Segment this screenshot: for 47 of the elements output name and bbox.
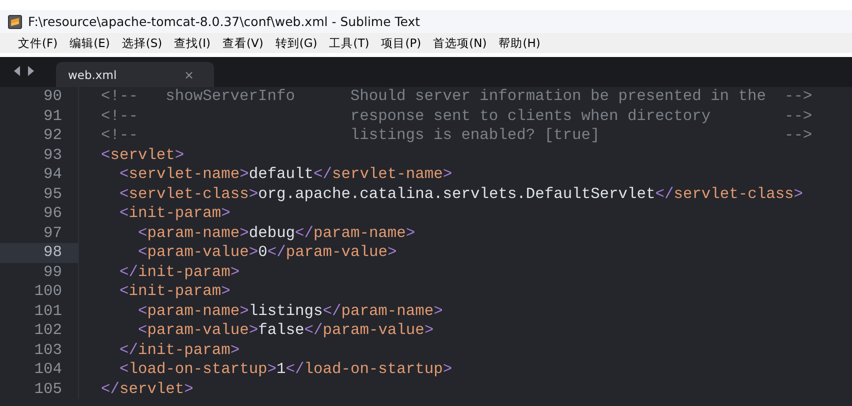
line-number: 102 [33, 321, 63, 340]
line-number: 91 [42, 106, 63, 126]
app-icon [8, 14, 22, 28]
line-number: 95 [42, 184, 63, 204]
code-line: <param-value>false</param-value> [138, 321, 434, 340]
code-line: <load-on-startup>1</load-on-startup> [120, 360, 452, 380]
code-line: <!-- listings is enabled? [true] --> [101, 126, 812, 146]
code-line: <servlet> [101, 146, 184, 165]
line-number: 93 [42, 146, 63, 165]
code-line: <!-- response sent to clients when directory --> [101, 106, 812, 126]
code-line: </init-param> [120, 340, 240, 360]
line-number: 99 [42, 262, 63, 282]
menu-item[interactable]: 编辑(E) [70, 36, 110, 50]
line-number: 96 [42, 204, 63, 224]
file-tab[interactable]: web.xml × [56, 62, 214, 88]
close-icon[interactable]: × [184, 68, 194, 82]
menu-item[interactable]: 转到(G) [275, 36, 318, 50]
line-number: 90 [42, 87, 63, 106]
line-number: 103 [33, 340, 63, 360]
menu-item[interactable]: 工具(T) [329, 36, 370, 50]
line-number: 98 [0, 243, 78, 262]
line-number: 104 [33, 360, 63, 380]
code-line: <init-param> [120, 282, 230, 302]
code-line: </init-param> [120, 262, 240, 282]
code-line: <param-value>0</param-value> [138, 243, 397, 262]
menu-item[interactable]: 项目(P) [381, 36, 422, 50]
menu-item[interactable]: 文件(F) [18, 36, 58, 50]
code-line: <servlet-class>org.apache.catalina.servlets.DefaultServlet</servlet-class> [120, 184, 804, 204]
line-number: 94 [42, 165, 63, 184]
line-number: 100 [33, 282, 63, 302]
code-line: <init-param> [120, 204, 230, 224]
code-line: <param-name>debug</param-name> [138, 224, 416, 243]
code-line: <!-- showServerInfo Should server information be presented in the --> [101, 87, 812, 106]
line-number: 101 [33, 302, 63, 321]
menu-item[interactable]: 查看(V) [222, 36, 264, 50]
code-line: <servlet-name>default</servlet-name> [120, 165, 452, 184]
tab-nav-arrows-icon[interactable] [14, 66, 34, 76]
menu-item[interactable]: 首选项(N) [433, 36, 487, 50]
code-line: </servlet> [101, 380, 194, 399]
menu-item[interactable]: 查找(I) [174, 36, 210, 50]
menu-item[interactable]: 选择(S) [122, 36, 162, 50]
line-number: 97 [42, 224, 63, 243]
code-line: <param-name>listings</param-name> [138, 302, 443, 321]
line-number: 105 [33, 380, 63, 399]
window-title: F:\resource\apache-tomcat-8.0.37\conf\web.xml - Sublime Text [28, 14, 420, 29]
line-number: 92 [42, 126, 63, 146]
menu-item[interactable]: 帮助(H) [498, 36, 540, 50]
